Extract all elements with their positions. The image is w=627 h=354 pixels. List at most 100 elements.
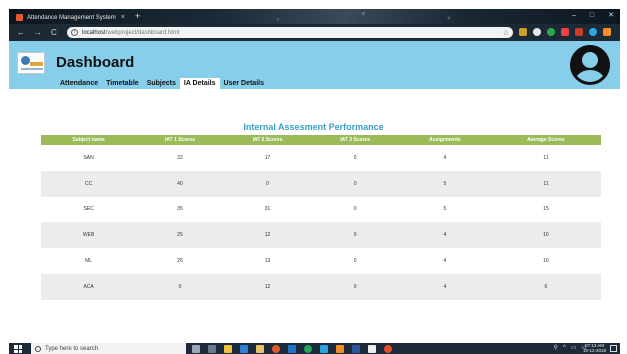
extension-icon[interactable] — [589, 28, 597, 36]
extension-icon[interactable] — [547, 28, 555, 36]
screen: Attendance Management System × + – □ ✕ ←… — [0, 0, 627, 354]
url-host: localhost — [82, 29, 106, 36]
vscode-icon[interactable] — [320, 345, 328, 353]
file-explorer-icon[interactable] — [224, 345, 232, 353]
nav-timetable[interactable]: Timetable — [102, 78, 143, 89]
extensions — [519, 28, 611, 36]
table-cell: 31 — [264, 206, 271, 213]
table-cell: 5 — [398, 170, 491, 197]
column-header: Assignments — [398, 135, 491, 145]
table-row: SAN 32 17 0 4 11 — [41, 145, 601, 171]
edge-icon[interactable] — [288, 345, 296, 353]
task-view-icon[interactable] — [208, 345, 216, 353]
table-row: WEB 25 12 0 4 10 — [41, 222, 601, 249]
os-taskbar: Type here to search ⚲ ^ ▭ ◁ 07:13 AM 12-… — [9, 343, 620, 354]
table-cell: 10 — [490, 222, 601, 249]
nav-user-details[interactable]: User Details — [220, 78, 268, 89]
table-cell: SEC — [83, 206, 94, 213]
folder-icon[interactable] — [256, 345, 264, 353]
bookmark-star-icon[interactable]: ☆ — [503, 29, 509, 37]
table-cell: 6 — [490, 273, 601, 300]
ia-table: Subject name IAT 1 Scores IAT 2 Scores I… — [41, 135, 601, 300]
user-avatar-icon[interactable] — [570, 45, 610, 85]
column-header: IAT 1 Scores — [136, 135, 224, 145]
info-icon[interactable]: i — [71, 29, 78, 36]
notifications-icon[interactable] — [610, 345, 617, 352]
table-cell: 5 — [443, 206, 447, 213]
word-icon[interactable] — [352, 345, 360, 353]
url-path: /webproject/dashboard.html — [105, 29, 180, 36]
table-cell: 11 — [543, 154, 549, 161]
table-cell: 15 — [543, 206, 549, 213]
photos-icon[interactable] — [368, 345, 376, 353]
nav-attendance[interactable]: Attendance — [56, 78, 102, 89]
app-header: Dashboard Attendance Timetable Subjects … — [9, 41, 620, 89]
table-cell: ML — [85, 258, 93, 265]
column-header: Average Scores — [490, 135, 601, 145]
table-cell: ACA — [41, 273, 137, 300]
xampp-icon[interactable] — [336, 345, 344, 353]
extension-icon[interactable] — [575, 28, 583, 36]
forward-arrow-icon[interactable]: → — [34, 27, 42, 38]
taskbar-search-placeholder: Type here to search — [45, 345, 99, 352]
table-cell: 4 — [443, 258, 447, 265]
maximize-button[interactable]: □ — [590, 10, 594, 22]
chevron-up-icon[interactable]: ^ — [563, 344, 566, 353]
taskbar-search-input[interactable]: Type here to search — [31, 343, 186, 354]
table-cell: 4 — [398, 222, 491, 249]
extension-icon[interactable] — [533, 28, 541, 36]
extension-icon[interactable] — [561, 28, 569, 36]
table-cell: 0 — [353, 154, 357, 161]
table-cell: 10 — [543, 258, 549, 265]
column-header: IAT 3 Scores — [311, 135, 399, 145]
minimize-button[interactable]: – — [572, 10, 576, 22]
column-header: Subject name — [41, 135, 137, 145]
close-window-button[interactable]: ✕ — [608, 10, 614, 22]
whatsapp-icon[interactable] — [304, 345, 312, 353]
nav-ia-details[interactable]: IA Details — [179, 78, 220, 89]
table-cell: 4 — [443, 154, 447, 161]
table-cell: 25 — [136, 222, 224, 249]
nav-buttons: ← → C — [17, 27, 57, 38]
table-cell: 17 — [264, 154, 271, 161]
table-cell: 0 — [311, 222, 399, 249]
table-cell: 13 — [264, 258, 271, 265]
network-icon[interactable]: ▭ — [571, 344, 577, 353]
tab-close-icon[interactable]: × — [121, 14, 125, 21]
browser-icon[interactable] — [384, 345, 392, 353]
table-cell: 40 — [136, 170, 224, 197]
browser-toolbar: ← → C i localhost/webproject/dashboard.h… — [9, 24, 620, 41]
table-row: ML 26 13 0 4 10 — [41, 248, 601, 274]
clock-date: 12-12-2018 — [582, 348, 606, 353]
tab-title: Attendance Management System — [27, 14, 116, 21]
table-header-row: Subject name IAT 1 Scores IAT 2 Scores I… — [41, 135, 601, 145]
reload-icon[interactable]: C — [51, 27, 57, 38]
table-cell: 0 — [311, 273, 399, 300]
table-cell: 11 — [490, 170, 601, 197]
back-arrow-icon[interactable]: ← — [17, 27, 25, 38]
table-cell: 0 — [311, 170, 399, 197]
store-icon[interactable] — [240, 345, 248, 353]
nav-subjects[interactable]: Subjects — [143, 78, 180, 89]
favicon-icon — [16, 14, 23, 21]
window-controls: – □ ✕ — [572, 10, 614, 22]
address-bar[interactable]: i localhost/webproject/dashboard.html ☆ — [67, 27, 513, 38]
table-cell: CC — [41, 170, 137, 197]
table-cell: 35 — [177, 206, 183, 213]
table-cell: 32 — [177, 154, 183, 161]
chrome-icon[interactable] — [272, 345, 280, 353]
college-logo — [17, 52, 45, 74]
page-title: Dashboard — [56, 54, 135, 71]
taskbar-clock[interactable]: 07:13 AM 12-12-2018 — [583, 343, 606, 353]
new-tab-button[interactable]: + — [135, 11, 140, 22]
table-cell: 4 — [398, 273, 491, 300]
extension-icon[interactable] — [519, 28, 527, 36]
table-cell: 0 — [223, 170, 312, 197]
browser-menu-icon[interactable]: ⋮ — [606, 27, 614, 36]
people-icon[interactable]: ⚲ — [553, 344, 557, 353]
windows-start-icon[interactable] — [14, 345, 22, 353]
browser-tab[interactable]: Attendance Management System × — [13, 11, 131, 24]
browser-tab-strip: Attendance Management System × + – □ ✕ — [9, 9, 620, 24]
mic-icon[interactable] — [192, 345, 200, 353]
table-cell: 0 — [353, 206, 357, 213]
